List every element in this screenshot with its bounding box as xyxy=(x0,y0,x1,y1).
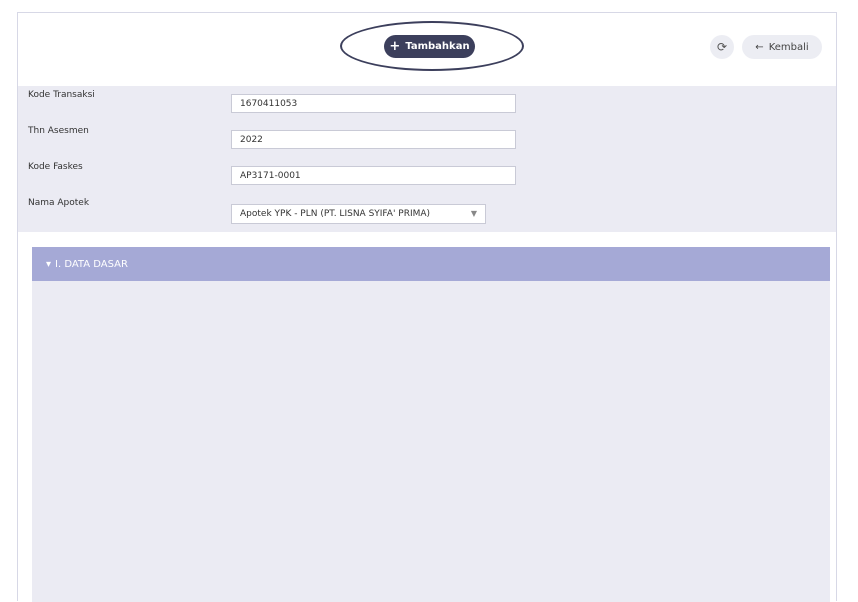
nama-apotek-select[interactable]: Apotek YPK - PLN (PT. LISNA SYIFA' PRIMA… xyxy=(231,204,486,224)
section-header-data-dasar[interactable]: ▾ I. DATA DASAR xyxy=(32,247,830,281)
kode-faskes-label: Kode Faskes xyxy=(28,162,83,172)
collapse-icon: ▾ xyxy=(46,258,52,270)
refresh-icon: ⟳ xyxy=(716,40,728,54)
kode-transaksi-label: Kode Transaksi xyxy=(28,90,95,100)
refresh-button[interactable]: ⟳ xyxy=(710,35,734,59)
add-button[interactable]: + Tambahkan xyxy=(384,35,475,58)
nama-apotek-label: Nama Apotek xyxy=(28,198,90,208)
add-button-label: Tambahkan xyxy=(405,41,470,52)
form-area: Kode Transaksi 1670411053 Thn Asesmen 20… xyxy=(18,86,836,232)
plus-icon: + xyxy=(389,39,401,54)
arrow-left-icon: ← xyxy=(755,41,764,53)
section-body xyxy=(32,281,830,602)
thn-asesmen-field[interactable]: 2022 xyxy=(231,130,516,149)
kode-transaksi-field[interactable]: 1670411053 xyxy=(231,94,516,113)
thn-asesmen-label: Thn Asesmen xyxy=(28,126,89,136)
nama-apotek-value: Apotek YPK - PLN (PT. LISNA SYIFA' PRIMA… xyxy=(240,209,431,219)
toolbar: + Tambahkan ⟳ ← Kembali xyxy=(18,13,836,86)
back-button-label: Kembali xyxy=(768,41,809,53)
row-nama-apotek: Nama Apotek Apotek YPK - PLN (PT. LISNA … xyxy=(18,196,836,224)
back-button[interactable]: ← Kembali xyxy=(742,35,822,59)
row-thn-asesmen: Thn Asesmen 2022 xyxy=(18,124,836,150)
page-frame: + Tambahkan ⟳ ← Kembali Kode Transaksi 1… xyxy=(17,12,837,602)
kode-faskes-field[interactable]: AP3171-0001 xyxy=(231,166,516,185)
caret-down-icon: ▼ xyxy=(470,209,477,218)
row-kode-faskes: Kode Faskes AP3171-0001 xyxy=(18,160,836,186)
row-kode-transaksi: Kode Transaksi 1670411053 xyxy=(18,88,836,114)
section-title: I. DATA DASAR xyxy=(55,258,128,270)
